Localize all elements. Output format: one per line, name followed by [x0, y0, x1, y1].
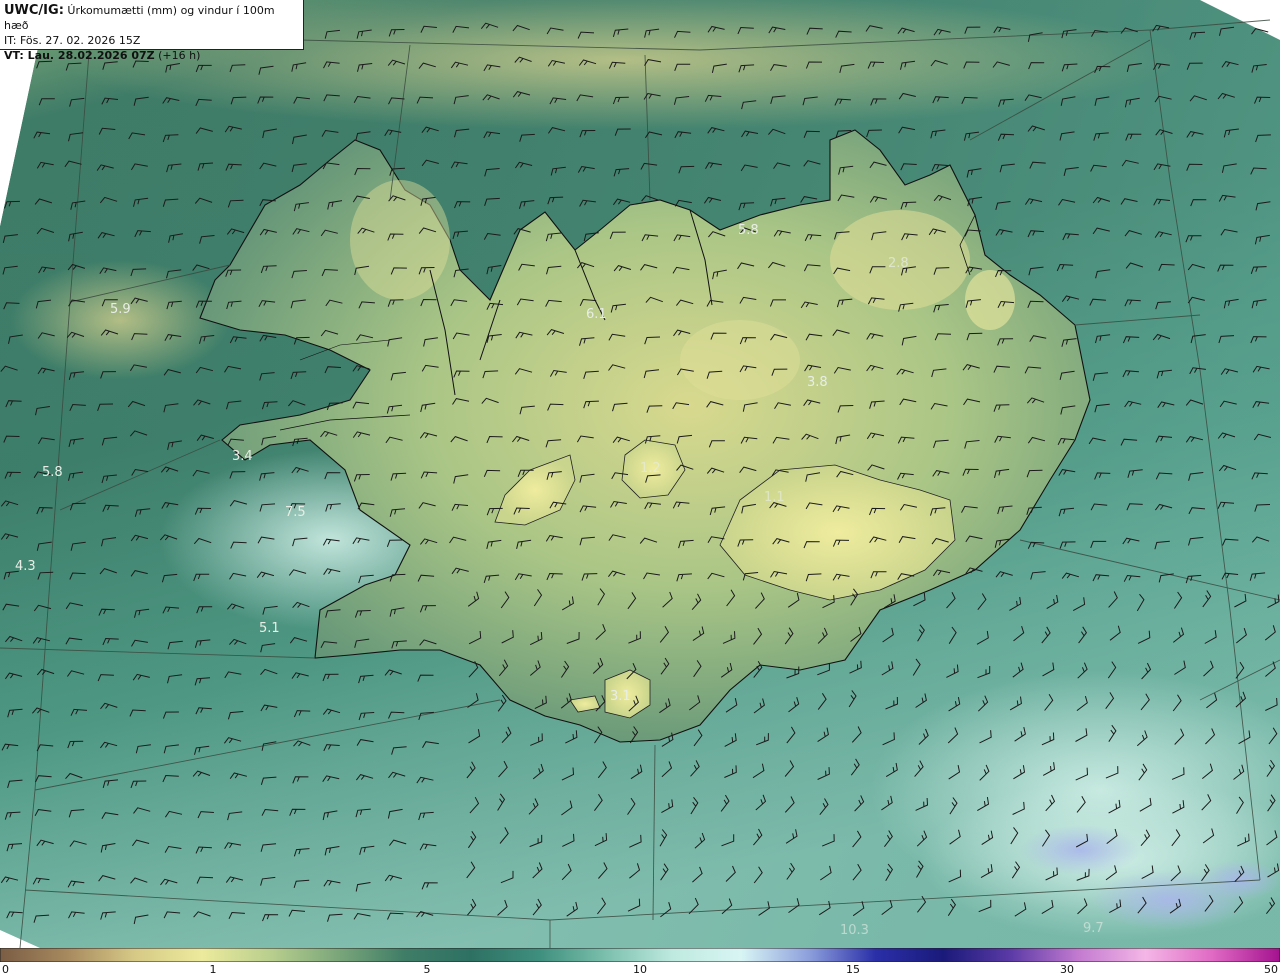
- colorbar-tick: 15: [846, 963, 860, 976]
- value-label: 4.3: [15, 559, 36, 574]
- value-label: 1.1: [764, 490, 785, 505]
- value-label: 3.8: [807, 375, 828, 390]
- value-label: 5.8: [738, 223, 759, 238]
- value-label: 2.8: [888, 256, 909, 271]
- map-title-box: UWC/IG: Úrkomumætti (mm) og vindur í 100…: [0, 0, 304, 62]
- value-label: 9.7: [1083, 921, 1104, 936]
- model-name: UWC/IG:: [4, 3, 64, 18]
- colorbar-tick: 30: [1060, 963, 1074, 976]
- forecast-lead: (+16 h): [158, 49, 201, 62]
- colorbar-tick: 10: [633, 963, 647, 976]
- value-label: 3.4: [232, 449, 253, 464]
- value-label: 6.1: [586, 307, 607, 322]
- valid-time: VT: Lau. 28.02.2026 07Z: [4, 49, 155, 62]
- colorbar-tick: 0: [2, 963, 9, 976]
- value-label: 5.8: [42, 465, 63, 480]
- colorbar-tick: 1: [209, 963, 217, 976]
- init-time: IT: Fös. 27. 02. 2026 15Z: [4, 34, 141, 47]
- value-label: 7.5: [285, 505, 306, 520]
- colorbar-tick: 50: [1264, 963, 1278, 976]
- value-label: 1.2: [640, 461, 661, 476]
- colorbar-tick: 5: [423, 963, 431, 976]
- value-label: 10.3: [840, 923, 869, 938]
- value-label: 5.9: [110, 302, 131, 317]
- colorbar: [0, 948, 1280, 962]
- precipitation-wind-map: 5.8 2.8 6.1 3.8 5.9 3.4 5.8 7.5 4.3 5.1 …: [0, 0, 1280, 948]
- value-label: 3.1: [610, 689, 631, 704]
- value-label: 5.1: [259, 621, 280, 636]
